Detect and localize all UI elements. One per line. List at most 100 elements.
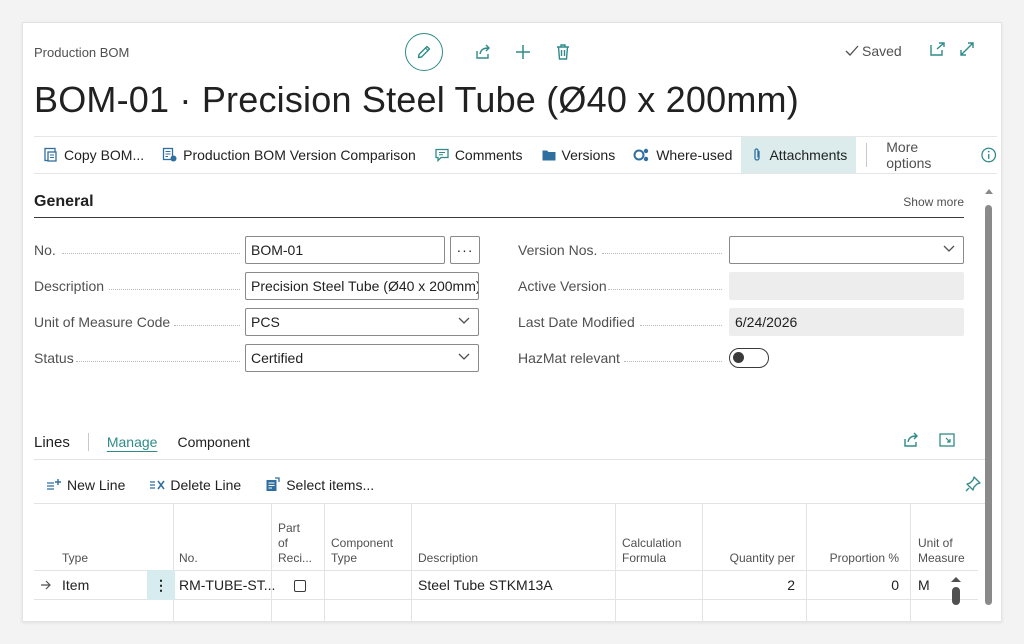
no-input[interactable]: BOM-01 [245, 236, 445, 264]
saved-label: Saved [862, 43, 902, 59]
grid-scroll-thumb[interactable] [952, 587, 960, 605]
cell-proportion[interactable]: 0 [806, 577, 899, 593]
copy-bom-action[interactable]: Copy BOM... [34, 137, 153, 173]
column-header-part-of-recipe[interactable]: Part of Reci... [278, 521, 312, 566]
uom-value: PCS [251, 314, 280, 330]
page-scroll-thumb[interactable] [985, 205, 992, 605]
column-header-quantity-per[interactable]: Quantity per [702, 551, 795, 566]
info-icon[interactable] [980, 146, 997, 164]
action-separator [866, 143, 868, 167]
delete-line-label: Delete Line [170, 477, 242, 493]
dot-leader [624, 361, 722, 362]
version-comparison-label: Production BOM Version Comparison [183, 147, 416, 163]
column-header-label: No. [179, 551, 198, 565]
table-row[interactable]: Item RM-TUBE-ST... Steel Tube STKM13A 2 … [34, 570, 978, 600]
where-used-action[interactable]: Where-used [624, 137, 741, 173]
chevron-down-icon [943, 245, 955, 252]
dot-leader [174, 325, 240, 326]
expand-pane-icon[interactable] [938, 431, 956, 449]
cell-type[interactable]: Item [62, 577, 89, 593]
column-header-label: Part [278, 521, 301, 535]
new-line-label: New Line [67, 477, 126, 493]
no-label: No. [34, 242, 56, 258]
no-assist-button[interactable]: ··· [450, 236, 480, 264]
grid-scrollbar[interactable] [949, 575, 963, 609]
status-select[interactable]: Certified [245, 344, 479, 372]
section-title-general[interactable]: General [34, 193, 94, 211]
versions-action[interactable]: Versions [532, 137, 625, 173]
page-caption: Production BOM [34, 45, 130, 60]
description-input[interactable]: Precision Steel Tube (Ø40 x 200mm) [245, 272, 479, 300]
delete-line-button[interactable]: Delete Line [137, 477, 253, 493]
select-items-button[interactable]: Select items... [253, 477, 386, 493]
lines-divider [34, 459, 986, 460]
lines-separator [87, 433, 89, 451]
lines-title[interactable]: Lines [34, 434, 70, 451]
tab-manage[interactable]: Manage [107, 434, 158, 450]
share-icon[interactable] [902, 431, 920, 449]
open-new-window-icon[interactable] [928, 40, 946, 58]
comments-action[interactable]: Comments [425, 137, 532, 173]
attachments-action[interactable]: Attachments [741, 137, 857, 173]
folder-icon [542, 150, 555, 161]
field-hazmat: HazMat relevant [518, 344, 965, 372]
version-nos-select[interactable] [729, 236, 964, 264]
column-header-label: Unit of [918, 536, 953, 550]
tab-component[interactable]: Component [177, 434, 249, 450]
edit-button[interactable] [405, 33, 443, 71]
field-no: No. BOM-01 ··· [34, 236, 480, 264]
plus-icon [516, 45, 530, 59]
paperclip-icon [754, 148, 761, 161]
hazmat-toggle[interactable] [729, 348, 769, 368]
current-row-arrow-icon [41, 580, 51, 590]
new-line-button[interactable]: New Line [34, 477, 137, 493]
field-description: Description Precision Steel Tube (Ø40 x … [34, 272, 479, 300]
uom-select[interactable]: PCS [245, 308, 479, 336]
copy-document-icon [44, 147, 57, 162]
column-header-unit-of-measure[interactable]: Unit of Measure [918, 536, 965, 566]
hazmat-label: HazMat relevant [518, 350, 620, 366]
column-header-label: Type [331, 551, 358, 565]
show-more-link[interactable]: Show more [903, 195, 964, 209]
column-header-calculation-formula[interactable]: Calculation Formula [622, 536, 681, 566]
column-header-type[interactable]: Type [62, 551, 88, 566]
empty-table-row[interactable] [34, 600, 978, 621]
column-header-label: of [278, 536, 289, 550]
cell-quantity-per[interactable]: 2 [702, 577, 795, 593]
field-active-version: Active Version [518, 272, 965, 300]
field-version-nos: Version Nos. [518, 236, 965, 264]
active-version-value [729, 272, 964, 300]
comment-icon [435, 148, 449, 163]
delete-button[interactable] [543, 33, 583, 71]
attachments-label: Attachments [769, 147, 848, 163]
last-modified-value: 6/24/2026 [729, 308, 964, 336]
lines-action-bar: New Line Delete Line Select items... [34, 468, 986, 502]
column-header-proportion[interactable]: Proportion % [806, 551, 899, 566]
trash-icon [557, 44, 569, 60]
column-header-no[interactable]: No. [179, 551, 198, 566]
new-button[interactable] [503, 33, 543, 71]
status-value: Certified [251, 350, 304, 366]
grid-header: Type No. Part of Reci... Component Type … [34, 504, 978, 570]
chevron-down-icon [458, 353, 470, 360]
cell-unit-of-measure[interactable]: M [918, 577, 930, 593]
column-header-label: Quantity per [729, 551, 795, 565]
column-header-label: Component [331, 536, 394, 550]
pin-icon[interactable] [964, 475, 982, 493]
cell-no[interactable]: RM-TUBE-ST... [179, 577, 275, 593]
field-last-modified: Last Date Modified 6/24/2026 [518, 308, 965, 336]
column-header-label: Calculation [622, 536, 682, 550]
column-header-description[interactable]: Description [418, 551, 478, 566]
share-button[interactable] [463, 33, 503, 71]
select-items-icon [266, 477, 280, 491]
dot-leader [109, 289, 240, 290]
version-comparison-action[interactable]: Production BOM Version Comparison [153, 137, 425, 173]
cell-description[interactable]: Steel Tube STKM13A [418, 577, 553, 593]
page-scrollbar[interactable] [983, 187, 993, 607]
more-options-button[interactable]: More options [877, 139, 973, 171]
row-actions-button[interactable]: ⋮ [147, 570, 175, 600]
column-header-component-type[interactable]: Component Type [331, 536, 393, 566]
part-of-recipe-checkbox[interactable] [294, 580, 306, 592]
expand-icon[interactable] [958, 40, 976, 58]
column-header-label: Reci... [278, 551, 313, 565]
